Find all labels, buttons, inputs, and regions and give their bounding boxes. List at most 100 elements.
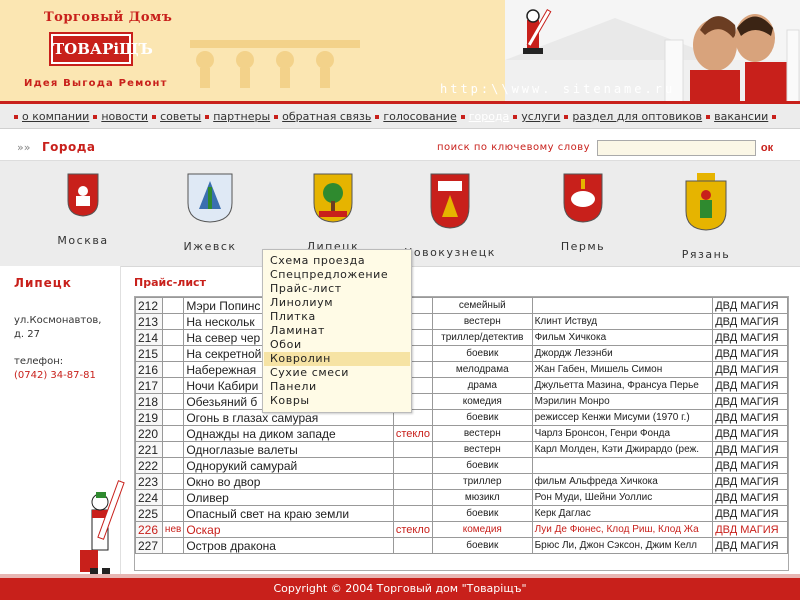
nav-link[interactable]: раздел для оптовиков — [572, 110, 702, 123]
brand-logo[interactable]: ТОВАРіЩЪ — [51, 34, 153, 64]
table-row[interactable]: 215 На секретной боевик Джордж Лезэнби ДВД М… — [135, 345, 788, 362]
table-row[interactable]: 219 Огонь в глазах самурая боевик режиссер … — [135, 409, 788, 426]
cell-title: Окно во двор — [183, 473, 394, 490]
cell-num: 220 — [135, 425, 163, 442]
dropdown-item[interactable]: Ламинат — [264, 324, 410, 338]
table-row[interactable]: 214 На север чер триллер/детектив Фильм Хич… — [135, 329, 788, 346]
dropdown-item[interactable]: Панели — [264, 380, 410, 394]
nav-items: о компании новости советы партнеры обратная … — [14, 110, 780, 123]
table-row[interactable]: 227 Остров дракона боевик Брюс Ли, Джон Сэк… — [135, 537, 788, 554]
cell-actors: Керк Даглас — [531, 505, 714, 522]
nav-separator — [375, 114, 380, 119]
table-row[interactable]: 216 Набережная мелодрама Жан Габен, Мишель … — [135, 361, 788, 378]
section-bar: »» Города поиск по ключевому слову ок — [0, 138, 800, 161]
dropdown-item[interactable]: Ковры — [264, 394, 410, 408]
table-row[interactable]: 212 Мэри Попинс семейный ДВД МАГИЯ — [135, 297, 788, 314]
cell-new — [161, 393, 185, 410]
cell-actors: Чарлз Бронсон, Генри Фонда — [531, 425, 714, 442]
cell-genre: мелодрама — [432, 361, 533, 378]
city-name: Москва — [57, 234, 109, 247]
top-nav: о компании новости советы партнеры обратная … — [0, 104, 800, 129]
cell-genre: боевик — [432, 505, 533, 522]
cell-label: ДВД МАГИЯ — [712, 377, 788, 394]
table-row[interactable]: 224 Оливер мюзикл Рон Муди, Шейни Уоллис ДВД… — [135, 489, 788, 506]
cell-label: ДВД МАГИЯ — [712, 393, 788, 410]
cell-new: нев — [161, 521, 185, 538]
city-lipetsk[interactable]: Липецк — [283, 173, 383, 253]
cell-genre: боевик — [432, 409, 533, 426]
price-table-wrap[interactable]: 212 Мэри Попинс семейный ДВД МАГИЯ 213 На нес… — [134, 296, 789, 571]
nav-link[interactable]: партнеры — [213, 110, 270, 123]
copyright-text: Copyright © 2004 Торговый дом "Товаріщъ" — [273, 582, 527, 595]
table-row[interactable]: 221 Одноглазые валеты вестерн Карл Молден, … — [135, 441, 788, 458]
search-label: поиск по ключевому слову — [437, 142, 591, 153]
nav-link[interactable]: голосование — [383, 110, 456, 123]
table-row[interactable]: 223 Окно во двор триллер фильм Альфреда Хич… — [135, 473, 788, 490]
dropdown-item[interactable]: Прайс-лист — [264, 282, 410, 296]
cell-mat — [392, 489, 434, 506]
search-input[interactable] — [597, 140, 756, 156]
nav-link[interactable]: города — [469, 110, 510, 123]
city-name: Рязань — [681, 248, 731, 261]
cell-title: Однорукий самурай — [183, 457, 394, 474]
search-ok-button[interactable]: ок — [756, 140, 778, 156]
table-row[interactable]: 225 Опасный свет на краю земли боевик Керк … — [135, 505, 788, 522]
cell-num: 217 — [135, 377, 163, 394]
city-moscow[interactable]: Москва — [33, 173, 133, 247]
dropdown-item[interactable]: Схема проезда — [264, 254, 410, 268]
dropdown-item[interactable]: Обои — [264, 338, 410, 352]
dropdown-item[interactable]: Сухие смеси — [264, 366, 410, 380]
table-row[interactable]: 220 Однажды на диком западе стекло вестерн Ч… — [135, 425, 788, 442]
cell-label: ДВД МАГИЯ — [712, 521, 788, 538]
table-row[interactable]: 213 На нескольк вестерн Клинт Иствуд ДВД МАГ… — [135, 313, 788, 330]
nav-link[interactable]: вакансии — [714, 110, 768, 123]
nav-link[interactable]: советы — [160, 110, 201, 123]
cell-num: 218 — [135, 393, 163, 410]
nav-link[interactable]: о компании — [22, 110, 89, 123]
cell-genre: триллер — [432, 473, 533, 490]
brand-name-top: Торговый Домъ — [44, 10, 173, 25]
cell-num: 225 — [135, 505, 163, 522]
table-row[interactable]: 218 Обезьяний б комедия Мэрилин Монро ДВД МА… — [135, 393, 788, 410]
cell-label: ДВД МАГИЯ — [712, 457, 788, 474]
sidebar-address: ул.Космонавтов, д. 27 — [14, 315, 102, 340]
city-ryazan[interactable]: Рязань — [656, 173, 756, 261]
dropdown-item[interactable]: Линолиум — [264, 296, 410, 310]
dropdown-item[interactable]: Ковролин — [264, 352, 410, 366]
novokuznetsk-coat-icon — [430, 173, 470, 229]
moscow-coat-icon — [67, 173, 99, 217]
city-name: Новокузнецк — [404, 246, 496, 259]
cell-mat — [392, 441, 434, 458]
city-novokuznetsk[interactable]: Новокузнецк — [400, 173, 500, 259]
cell-genre: триллер/детектив — [432, 329, 533, 346]
nav-link[interactable]: новости — [101, 110, 148, 123]
sidebar-city-title: Липецк — [14, 276, 72, 290]
cell-label: ДВД МАГИЯ — [712, 537, 788, 554]
cell-mat: стекло — [392, 425, 434, 442]
city-perm[interactable]: Пермь — [533, 173, 633, 253]
cell-actors: Жан Габен, Мишель Симон — [531, 361, 714, 378]
table-row[interactable]: 226 нев Оскар стекло комедия Луи Де Фюнес, Кл… — [135, 521, 788, 538]
cell-genre: драма — [432, 377, 533, 394]
table-row[interactable]: 222 Однорукий самурай боевик ДВД МАГИЯ — [135, 457, 788, 474]
nav-link[interactable]: обратная связь — [282, 110, 371, 123]
dropdown-item[interactable]: Спецпредложение — [264, 268, 410, 282]
cell-actors: Карл Молден, Кэти Джирардо (реж. — [531, 441, 714, 458]
cell-actors — [531, 457, 714, 474]
dropdown-item[interactable]: Плитка — [264, 310, 410, 324]
cell-label: ДВД МАГИЯ — [712, 361, 788, 378]
table-row[interactable]: 217 Ночи Кабири драма Джульетта Мазина, Фра… — [135, 377, 788, 394]
cell-label: ДВД МАГИЯ — [712, 409, 788, 426]
nav-link[interactable]: услуги — [521, 110, 560, 123]
cell-actors: Рон Муди, Шейни Уоллис — [531, 489, 714, 506]
cell-num: 215 — [135, 345, 163, 362]
cell-label: ДВД МАГИЯ — [712, 473, 788, 490]
sidebar-phone: (0742) 34-87-81 — [14, 370, 96, 381]
city-izhevsk[interactable]: Ижевск — [160, 173, 260, 253]
sidebar-phone-label: телефон: — [14, 356, 64, 367]
nav-separator — [564, 114, 569, 119]
cell-actors: Фильм Хичкока — [531, 329, 714, 346]
cell-genre: боевик — [432, 457, 533, 474]
nav-separator — [772, 114, 777, 119]
cell-num: 212 — [135, 297, 163, 314]
